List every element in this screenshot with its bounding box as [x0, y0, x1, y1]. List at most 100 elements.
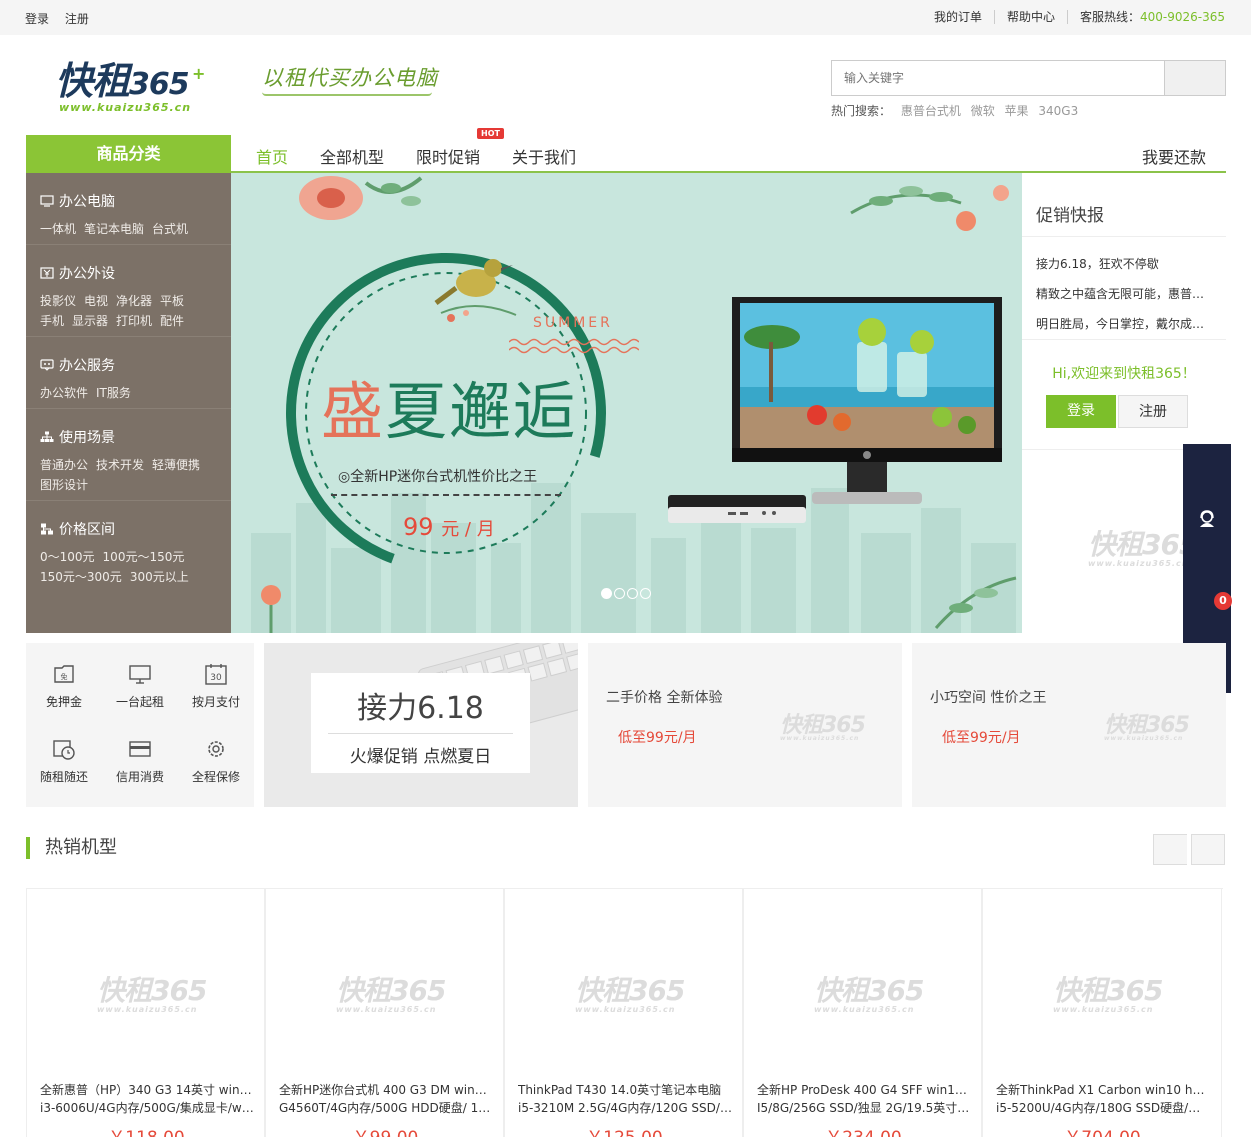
features-panel: 免 免押金 一台起租 30 按月支付 随租随还 信用消费 全程保修 [26, 643, 254, 807]
flower-bottom-icon [261, 585, 281, 633]
search-input[interactable] [831, 60, 1165, 96]
nav-home[interactable]: 首页 [256, 144, 288, 168]
wallet-icon: 免 [54, 665, 74, 683]
carousel-dot[interactable] [627, 588, 638, 599]
cart-count-badge[interactable]: 0 [1214, 592, 1232, 610]
hot-keyword[interactable]: 惠普台式机 [901, 104, 961, 118]
next-arrow-button[interactable] [1191, 834, 1225, 865]
subcategory-link[interactable]: 普通办公 [40, 458, 88, 472]
subcategory-link[interactable]: 技术开发 [96, 458, 144, 472]
nav-all-models[interactable]: 全部机型 [320, 144, 384, 168]
leaf-decoration-icon [850, 185, 1009, 231]
nav-promotions[interactable]: 限时促销 [416, 144, 480, 168]
subcategory-link[interactable]: 300元以上 [130, 570, 189, 584]
search-button[interactable] [1165, 60, 1226, 96]
help-center-link[interactable]: 帮助中心 [993, 10, 1067, 24]
product-spec: G4560T/4G内存/500G HDD硬盘/ 19… [279, 1101, 494, 1115]
promo-card-compact[interactable]: 小巧空间 性价之王 低至99元/月 快租365 www.kuaizu365.cn [912, 643, 1226, 807]
carousel-dot[interactable] [614, 588, 625, 599]
logo-number: 365 [129, 67, 190, 102]
product-placeholder-image: 快租365 www.kuaizu365.cn [575, 974, 685, 1014]
product-spec: i5-5200U/4G内存/180G SSD硬盘/集… [996, 1101, 1211, 1115]
prev-arrow-button[interactable] [1153, 834, 1187, 865]
carousel-arrows [1153, 834, 1225, 865]
product-card[interactable]: 快租365 www.kuaizu365.cn 全新HP ProDesk 400 G… [743, 889, 982, 1137]
promo-618-title: 接力6.18 [357, 691, 484, 726]
my-orders-link[interactable]: 我的订单 [922, 10, 994, 24]
product-price: ￥99.00 [266, 1123, 505, 1137]
category-price-range[interactable]: 价格区间 0～100元 100元～150元 150元～300元 300元以上 [26, 501, 231, 593]
subcategory-link[interactable]: 手机 [40, 314, 64, 328]
credit-card-icon [129, 741, 151, 757]
category-office-service[interactable]: 办公服务 办公软件 IT服务 [26, 337, 231, 409]
category-title: 价格区间 [59, 522, 115, 538]
news-item[interactable]: 精致之中蕴含无限可能，惠普… [1036, 279, 1212, 309]
customer-service-icon[interactable] [1197, 510, 1217, 528]
feature-flexible-return: 随租随还 [26, 738, 102, 785]
news-item[interactable]: 接力6.18，狂欢不停歇 [1036, 249, 1212, 279]
banner-headline-red: 盛 [321, 375, 386, 448]
news-item[interactable]: 明日胜局，今日掌控，戴尔成… [1036, 309, 1212, 339]
login-link[interactable]: 登录 [25, 12, 49, 26]
subcategory-link[interactable]: 投影仪 [40, 294, 76, 308]
subcategory-link[interactable]: 办公软件 [40, 386, 88, 400]
hot-keyword[interactable]: 340G3 [1038, 104, 1078, 118]
category-button[interactable]: 商品分类 [26, 135, 231, 173]
svg-text:30: 30 [210, 673, 222, 683]
subcategory-link[interactable]: 一体机 [40, 222, 76, 236]
hotline-number: 400-9026-365 [1139, 10, 1225, 24]
banner-dash-divider [331, 494, 561, 496]
calendar-clock-icon [53, 740, 75, 760]
category-office-pc[interactable]: 办公电脑 一体机 笔记本电脑 台式机 [26, 173, 231, 245]
promo-618-card[interactable]: 接力6.18 火爆促销 点燃夏日 [264, 643, 578, 807]
hot-badge: HOT [477, 128, 504, 139]
product-placeholder-image: 快租365 www.kuaizu365.cn [97, 974, 207, 1014]
watermark-logo: 快租365 www.kuaizu365.cn [1104, 713, 1190, 742]
subcategory-link[interactable]: 打印机 [116, 314, 152, 328]
subcategory-link[interactable]: IT服务 [96, 386, 131, 400]
product-name: 全新HP迷你台式机 400 G3 DM win1… [279, 1083, 494, 1097]
subcategory-link[interactable]: 图形设计 [40, 478, 88, 492]
subcategory-link[interactable]: 显示器 [72, 314, 108, 328]
hot-keyword[interactable]: 微软 [971, 104, 995, 118]
category-scenarios[interactable]: 使用场景 普通办公 技术开发 轻薄便携 图形设计 [26, 409, 231, 501]
subcategory-link[interactable]: 台式机 [152, 222, 188, 236]
subcategory-link[interactable]: 笔记本电脑 [84, 222, 144, 236]
feature-label: 一台起租 [115, 695, 164, 709]
promo-card-used[interactable]: 二手价格 全新体验 低至99元/月 快租365 www.kuaizu365.cn [588, 643, 902, 807]
feature-no-deposit: 免 免押金 [26, 663, 102, 710]
subcategory-link[interactable]: 100元～150元 [103, 550, 185, 564]
feature-warranty: 全程保修 [178, 738, 254, 785]
category-peripherals[interactable]: 办公外设 投影仪 电视 净化器 平板 手机 显示器 打印机 配件 [26, 245, 231, 337]
subcategory-link[interactable]: 平板 [160, 294, 184, 308]
product-price: ￥118.00 [27, 1123, 266, 1137]
subcategory-link[interactable]: 轻薄便携 [152, 458, 200, 472]
main-nav: 商品分类 首页 全部机型 限时促销 关于我们 HOT 我要还款 [0, 128, 1251, 173]
sitemap-icon [40, 431, 54, 442]
hot-keyword[interactable]: 苹果 [1005, 104, 1029, 118]
subcategory-link[interactable]: 150元～300元 [40, 570, 122, 584]
promo-news-list: 接力6.18，狂欢不停歇 精致之中蕴含无限可能，惠普… 明日胜局，今日掌控，戴尔… [1036, 249, 1212, 339]
category-title: 办公电脑 [59, 194, 115, 210]
repay-link[interactable]: 我要还款 [1142, 144, 1206, 168]
subcategory-link[interactable]: 配件 [160, 314, 184, 328]
product-card[interactable]: 快租365 www.kuaizu365.cn 全新ThinkPad X1 Carb… [982, 889, 1222, 1137]
register-button[interactable]: 注册 [1118, 395, 1188, 428]
nav-about[interactable]: 关于我们 [512, 144, 576, 168]
register-link[interactable]: 注册 [65, 12, 89, 26]
logo-main-text: 快租 [55, 59, 130, 103]
carousel-dot[interactable] [640, 588, 651, 599]
carousel-dot[interactable] [601, 588, 612, 599]
product-card[interactable]: 快租365 www.kuaizu365.cn 全新惠普（HP）340 G3 14英… [26, 889, 265, 1137]
subcategory-link[interactable]: 0～100元 [40, 550, 95, 564]
product-card[interactable]: 快租365 www.kuaizu365.cn 全新HP迷你台式机 400 G3 D… [265, 889, 504, 1137]
login-button[interactable]: 登录 [1046, 395, 1116, 428]
product-card[interactable]: 快租365 www.kuaizu365.cn ThinkPad T430 14.0… [504, 889, 743, 1137]
subcategory-link[interactable]: 电视 [84, 294, 108, 308]
calendar-icon: 30 [205, 664, 227, 685]
promo-card-price: 低至99元/月 [618, 730, 697, 746]
hero-banner[interactable]: SUMMER 盛夏邂逅 ◎全新HP迷你台式机性价比之王 99 元 / 月 [231, 173, 1022, 633]
site-logo[interactable]: 快租365 + www.kuaizu365.cn [55, 50, 205, 120]
subcategory-link[interactable]: 净化器 [116, 294, 152, 308]
product-list: 快租365 www.kuaizu365.cn 全新惠普（HP）340 G3 14英… [26, 888, 1223, 1137]
